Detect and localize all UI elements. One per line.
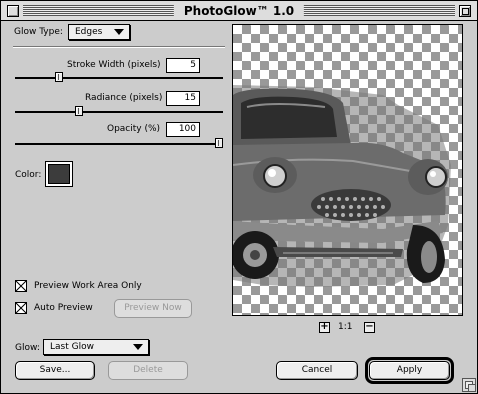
auto-preview-label[interactable]: Auto Preview: [34, 302, 93, 314]
radiance-label: Radiance (pixels): [85, 93, 163, 103]
chevron-down-icon: [114, 29, 124, 35]
zoom-box-icon[interactable]: [459, 5, 471, 17]
glow-preset-popup[interactable]: Last Glow: [43, 339, 149, 355]
radiance-slider-thumb[interactable]: [75, 106, 83, 116]
opacity-label: Opacity (%): [107, 124, 161, 134]
glow-type-label: Glow Type:: [14, 27, 63, 37]
glow-preset-value: Last Glow: [50, 342, 94, 352]
window-title: PhotoGlow™ 1.0: [173, 3, 305, 19]
title-bar[interactable]: PhotoGlow™ 1.0: [1, 1, 477, 21]
plus-icon[interactable]: +: [319, 322, 330, 333]
radiance-field[interactable]: 15: [166, 91, 200, 106]
preview-work-area-checkbox[interactable]: [15, 280, 27, 292]
photoglow-dialog: PhotoGlow™ 1.0 Glow Type: Edges Stroke W…: [0, 0, 478, 394]
color-swatch[interactable]: [45, 161, 73, 187]
stroke-width-field[interactable]: 5: [166, 58, 200, 73]
delete-button[interactable]: Delete: [108, 361, 188, 380]
stroke-width-slider[interactable]: [15, 77, 223, 79]
glow-preset-label: Glow:: [15, 343, 40, 353]
color-label: Color:: [15, 170, 42, 180]
color-swatch-fill: [48, 164, 70, 184]
stroke-width-slider-thumb[interactable]: [55, 72, 63, 82]
checkmark-x-icon: [16, 281, 26, 291]
preview-now-button[interactable]: Preview Now: [114, 299, 192, 318]
minus-icon[interactable]: −: [364, 322, 375, 333]
checkmark-x-icon: [16, 303, 26, 313]
cancel-button[interactable]: Cancel: [276, 361, 358, 380]
opacity-field[interactable]: 100: [166, 122, 200, 137]
zoom-level: 1:1: [338, 322, 353, 332]
top-divider: [13, 46, 225, 48]
radiance-slider[interactable]: [15, 111, 223, 113]
opacity-slider-thumb[interactable]: [215, 138, 223, 148]
chevron-down-icon: [133, 344, 143, 350]
apply-button[interactable]: Apply: [369, 361, 450, 380]
glow-type-value: Edges: [75, 27, 103, 37]
car-preview-image: [233, 85, 451, 287]
glow-type-popup[interactable]: Edges: [68, 24, 130, 40]
save-button[interactable]: Save...: [15, 361, 95, 380]
close-box-icon[interactable]: [7, 5, 19, 17]
opacity-slider[interactable]: [15, 143, 223, 145]
stroke-width-label: Stroke Width (pixels): [67, 60, 161, 70]
resize-grip-icon[interactable]: [462, 378, 476, 392]
preview-work-area-label[interactable]: Preview Work Area Only: [34, 280, 142, 292]
auto-preview-checkbox[interactable]: [15, 302, 27, 314]
preview-area[interactable]: [232, 24, 463, 316]
